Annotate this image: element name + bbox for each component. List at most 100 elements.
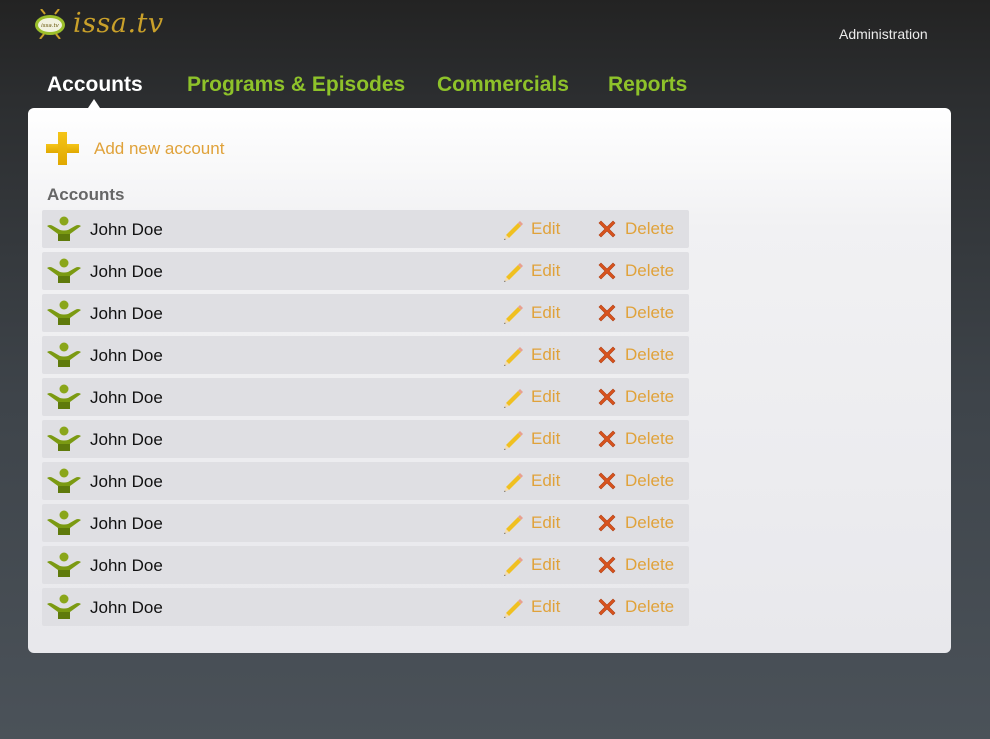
edit-button[interactable]: Edit [502,218,560,240]
x-icon [598,598,616,616]
edit-label: Edit [531,261,561,280]
account-row: John Doe Edit Delete [42,252,689,290]
delete-label: Delete [625,597,675,616]
plus-icon [46,132,79,165]
pencil-icon [504,389,523,408]
delete-button[interactable]: Delete [596,302,674,324]
edit-label: Edit [531,219,561,238]
account-name: John Doe [90,556,163,575]
tv-logo-icon: issa.tv [34,8,66,40]
delete-button[interactable]: Delete [596,428,674,450]
account-row: John Doe Edit Delete [42,462,689,500]
edit-button[interactable]: Edit [502,470,560,492]
section-title: Accounts [47,185,125,204]
delete-label: Delete [625,219,675,238]
user-icon [46,552,82,577]
edit-button[interactable]: Edit [502,386,560,408]
user-icon [46,258,82,283]
account-row: John Doe Edit Delete [42,504,689,542]
delete-button[interactable]: Delete [596,218,674,240]
delete-label: Delete [625,387,675,406]
account-name: John Doe [90,346,163,365]
delete-label: Delete [625,471,675,490]
account-name: John Doe [90,514,163,533]
x-icon [598,304,616,322]
delete-button[interactable]: Delete [596,554,674,576]
user-icon [46,510,82,535]
edit-button[interactable]: Edit [502,596,560,618]
tab-commercials[interactable]: Commercials [437,73,569,97]
account-name: John Doe [90,598,163,617]
tab-reports[interactable]: Reports [608,73,687,97]
account-row: John Doe Edit Delete [42,294,689,332]
delete-label: Delete [625,303,675,322]
edit-label: Edit [531,513,561,532]
account-row: John Doe Edit Delete [42,210,689,248]
edit-label: Edit [531,555,561,574]
logo-text: issa.tv [73,8,164,39]
delete-button[interactable]: Delete [596,512,674,534]
active-tab-indicator [88,99,100,108]
edit-label: Edit [531,345,561,364]
x-icon [598,346,616,364]
account-row: John Doe Edit Delete [42,420,689,458]
account-list: John Doe Edit Delete John Doe Edit Delet… [42,210,689,630]
edit-button[interactable]: Edit [502,302,560,324]
pencil-icon [504,431,523,450]
pencil-icon [504,599,523,618]
edit-button[interactable]: Edit [502,344,560,366]
user-icon [46,342,82,367]
delete-button[interactable]: Delete [596,260,674,282]
logo-badge-text: issa.tv [41,23,60,29]
edit-button[interactable]: Edit [502,554,560,576]
x-icon [598,472,616,490]
pencil-icon [504,221,523,240]
delete-label: Delete [625,261,675,280]
account-row: John Doe Edit Delete [42,546,689,584]
edit-label: Edit [531,429,561,448]
pencil-icon [504,515,523,534]
delete-button[interactable]: Delete [596,386,674,408]
user-icon [46,426,82,451]
delete-label: Delete [625,555,675,574]
user-icon [46,384,82,409]
site-logo[interactable]: issa.tv issa.tv [34,8,164,40]
pencil-icon [504,347,523,366]
account-row: John Doe Edit Delete [42,378,689,416]
delete-label: Delete [625,429,675,448]
account-name: John Doe [90,472,163,491]
edit-label: Edit [531,597,561,616]
user-icon [46,216,82,241]
pencil-icon [504,305,523,324]
x-icon [598,514,616,532]
account-name: John Doe [90,262,163,281]
edit-label: Edit [531,387,561,406]
x-icon [598,430,616,448]
account-row: John Doe Edit Delete [42,336,689,374]
x-icon [598,388,616,406]
pencil-icon [504,473,523,492]
user-icon [46,300,82,325]
x-icon [598,556,616,574]
accounts-panel: Add new account Accounts John Doe Edit D… [28,108,951,653]
tab-accounts[interactable]: Accounts [47,73,143,97]
user-icon [46,468,82,493]
user-icon [46,594,82,619]
account-name: John Doe [90,304,163,323]
account-name: John Doe [90,388,163,407]
delete-label: Delete [625,513,675,532]
edit-label: Edit [531,303,561,322]
administration-link[interactable]: Administration [839,26,928,42]
edit-button[interactable]: Edit [502,512,560,534]
account-row: John Doe Edit Delete [42,588,689,626]
add-new-account-label: Add new account [94,138,225,158]
edit-button[interactable]: Edit [502,428,560,450]
add-new-account-button[interactable]: Add new account [46,132,224,165]
delete-button[interactable]: Delete [596,344,674,366]
pencil-icon [504,557,523,576]
delete-button[interactable]: Delete [596,596,674,618]
delete-button[interactable]: Delete [596,470,674,492]
account-name: John Doe [90,220,163,239]
edit-button[interactable]: Edit [502,260,560,282]
tab-programs-episodes[interactable]: Programs & Episodes [187,73,405,97]
